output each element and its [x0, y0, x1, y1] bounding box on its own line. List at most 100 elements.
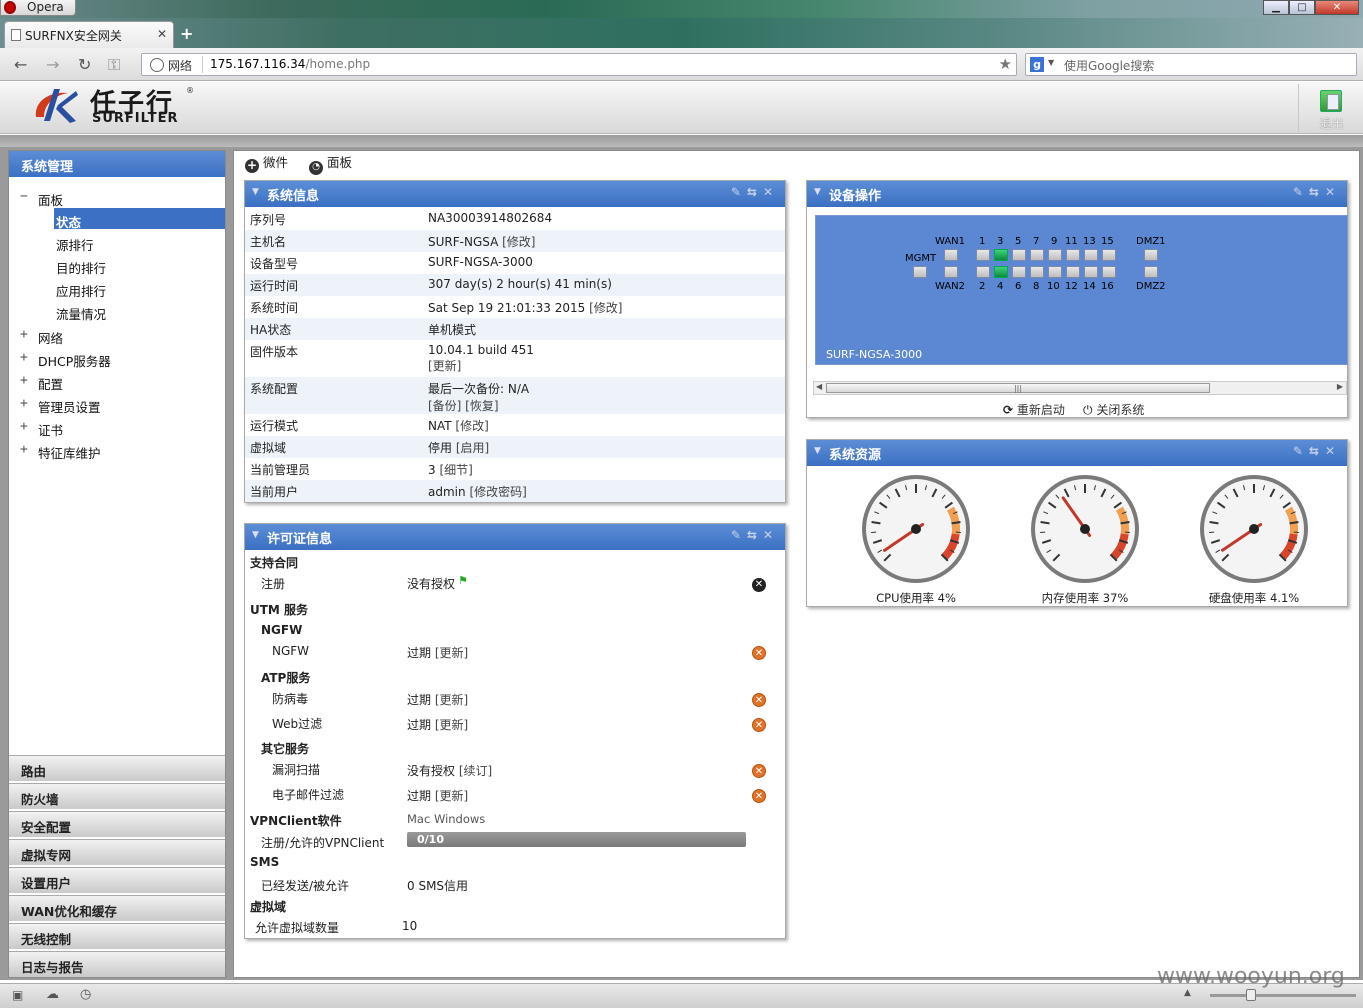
lan-port-6[interactable]	[1012, 266, 1026, 278]
logout-button[interactable]: 退出	[1298, 84, 1363, 132]
expand-icon[interactable]: +	[20, 442, 28, 457]
tree-item-app-rank[interactable]: 应用排行	[56, 281, 106, 300]
lan-port-3[interactable]	[994, 249, 1008, 261]
sidebar-section-vpn[interactable]: 虚拟专网	[9, 839, 225, 865]
webfilter-update-link[interactable]: [更新]	[435, 718, 468, 732]
horizontal-scrollbar[interactable]: ◀ ||| ▶	[813, 381, 1347, 395]
backup-restore-link[interactable]: [备份] [恢复]	[428, 399, 499, 413]
sidebar-section-security[interactable]: 安全配置	[9, 811, 225, 837]
antivirus-update-link[interactable]: [更新]	[435, 693, 468, 707]
tree-item-dhcp[interactable]: DHCP服务器	[38, 351, 111, 370]
search-field[interactable]: g ▼ 使用Google搜索	[1025, 53, 1357, 76]
enable-link[interactable]: [启用]	[456, 441, 489, 455]
scroll-left-icon[interactable]: ◀	[816, 382, 822, 391]
update-link[interactable]: [更新]	[428, 359, 461, 373]
lan-port-16[interactable]	[1102, 266, 1116, 278]
mailfilter-update-link[interactable]: [更新]	[435, 789, 468, 803]
speedometer-icon[interactable]: ◷	[80, 987, 91, 1002]
widget-button[interactable]: + 微件	[245, 152, 288, 173]
sidebar-section-users[interactable]: 设置用户	[9, 867, 225, 893]
tree-item-network[interactable]: 网络	[38, 328, 63, 347]
scroll-right-icon[interactable]: ▶	[1337, 382, 1343, 391]
check-flag-icon[interactable]: ⚑	[458, 574, 468, 587]
zoom-slider[interactable]	[1210, 989, 1356, 1001]
collapse-icon[interactable]: −	[20, 189, 28, 204]
tree-item-admin-settings[interactable]: 管理员设置	[38, 397, 101, 416]
lan-port-10[interactable]	[1048, 266, 1062, 278]
sidebar-title[interactable]: 系统管理	[9, 151, 225, 177]
cloud-icon[interactable]: ☁	[46, 987, 59, 1002]
vpn-platform-links[interactable]: Mac Windows	[407, 812, 485, 826]
mgmt-port[interactable]	[913, 266, 927, 278]
sidebar-section-wireless[interactable]: 无线控制	[9, 923, 225, 949]
close-window-button[interactable]: ✕	[1315, 0, 1359, 15]
sidebar-section-firewall[interactable]: 防火墙	[9, 783, 225, 809]
dmz1-port[interactable]	[1144, 249, 1158, 261]
lan-port-5[interactable]	[1012, 249, 1026, 261]
maximize-button[interactable]: □	[1289, 0, 1315, 15]
sidebar-section-routing[interactable]: 路由	[9, 755, 225, 781]
close-tab-icon[interactable]: ✕	[157, 27, 167, 41]
vulnscan-renew-link[interactable]: [续订]	[459, 764, 492, 778]
lan-port-15[interactable]	[1102, 249, 1116, 261]
google-icon[interactable]: g	[1030, 57, 1044, 72]
scroll-thumb[interactable]: |||	[826, 383, 1210, 393]
ngfw-update-link[interactable]: [更新]	[435, 646, 468, 660]
lan-port-8[interactable]	[1030, 266, 1044, 278]
sidebar-section-wan-opt[interactable]: WAN优化和缓存	[9, 895, 225, 921]
panel-controls[interactable]: ✎⇆✕	[1293, 185, 1341, 199]
new-tab-button[interactable]: +	[180, 24, 193, 43]
collapse-triangle-icon[interactable]: ▼	[252, 530, 259, 540]
edit-link[interactable]: [修改]	[502, 235, 535, 249]
expand-icon[interactable]: +	[20, 396, 28, 411]
lan-port-2[interactable]	[976, 266, 990, 278]
expand-icon[interactable]: +	[20, 327, 28, 342]
address-field[interactable]: 网络 175.167.116.34/home.php ★	[141, 53, 1017, 76]
minimize-button[interactable]: ▁	[1263, 0, 1289, 15]
site-info-badge[interactable]: 网络	[150, 57, 192, 74]
tree-item-signature-db[interactable]: 特征库维护	[38, 443, 101, 462]
change-password-link[interactable]: [修改密码]	[469, 485, 526, 499]
collapse-triangle-icon[interactable]: ▼	[814, 446, 821, 456]
panel-controls[interactable]: ✎⇆✕	[731, 185, 779, 199]
collapse-triangle-icon[interactable]: ▼	[252, 187, 259, 197]
lan-port-1[interactable]	[976, 249, 990, 261]
key-icon[interactable]: ⚿	[108, 55, 120, 75]
lan-port-14[interactable]	[1084, 266, 1098, 278]
edit-link[interactable]: [修改]	[589, 301, 622, 315]
collapse-triangle-icon[interactable]: ▼	[814, 187, 821, 197]
lan-port-7[interactable]	[1030, 249, 1044, 261]
panel-controls[interactable]: ✎⇆✕	[731, 528, 779, 542]
opera-menu-button[interactable]: Opera	[0, 0, 76, 16]
close-circle-icon[interactable]: ✕	[752, 578, 766, 592]
reboot-button[interactable]: ⟳ 重新启动	[1003, 401, 1065, 418]
browser-tab[interactable]: SURFNX安全网关 ✕	[4, 21, 174, 48]
tree-item-dest-rank[interactable]: 目的排行	[56, 258, 106, 277]
sidebar-section-logs[interactable]: 日志与报告	[9, 951, 225, 977]
zoom-slider-knob[interactable]	[1246, 989, 1256, 1001]
lan-port-4[interactable]	[994, 266, 1008, 278]
reload-icon[interactable]: ↻	[78, 55, 91, 74]
lan-port-12[interactable]	[1066, 266, 1080, 278]
dashboard-button[interactable]: ◔ 面板	[309, 152, 352, 175]
tree-item-traffic[interactable]: 流量情况	[56, 304, 106, 323]
dmz2-port[interactable]	[1144, 266, 1158, 278]
tree-item-source-rank[interactable]: 源排行	[56, 235, 94, 254]
tree-item-status[interactable]: 状态	[56, 212, 81, 231]
expand-icon[interactable]: +	[20, 419, 28, 434]
tree-item-config[interactable]: 配置	[38, 374, 63, 393]
forward-icon[interactable]: →	[46, 55, 59, 74]
lan-port-9[interactable]	[1048, 249, 1062, 261]
lan-port-13[interactable]	[1084, 249, 1098, 261]
triangle-up-icon[interactable]: ▲	[1184, 988, 1191, 998]
wan2-port[interactable]	[944, 266, 958, 278]
details-link[interactable]: [细节]	[439, 463, 472, 477]
url-text[interactable]: 175.167.116.34/home.php	[210, 57, 370, 71]
chevron-down-icon[interactable]: ▼	[1048, 58, 1054, 67]
shutdown-button[interactable]: ⏻ 关闭系统	[1083, 401, 1144, 418]
tree-item-certificates[interactable]: 证书	[38, 420, 63, 439]
back-icon[interactable]: ←	[14, 55, 27, 74]
panel-toggle-icon[interactable]: ▣	[12, 988, 23, 1002]
lan-port-11[interactable]	[1066, 249, 1080, 261]
panel-controls[interactable]: ✎⇆✕	[1293, 444, 1341, 458]
